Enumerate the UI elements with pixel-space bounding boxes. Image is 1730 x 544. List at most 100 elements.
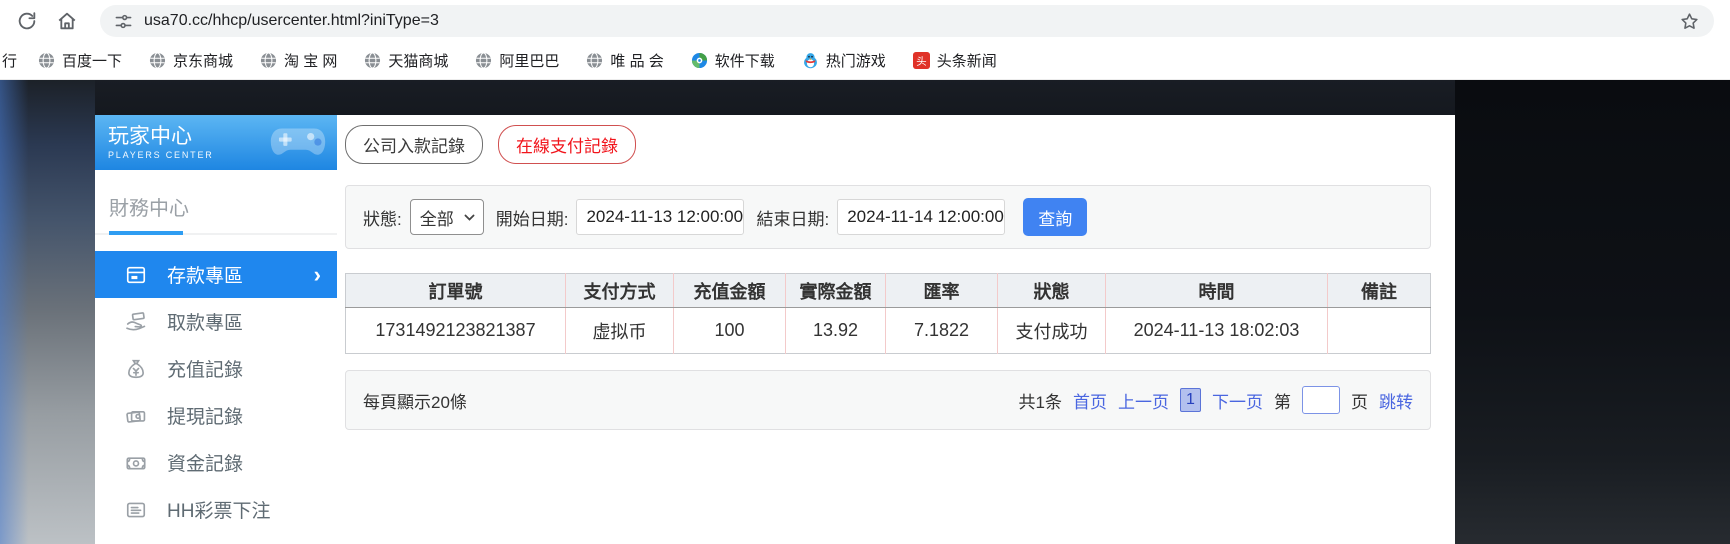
sidebar-item-recharge-records[interactable]: 充值記錄 — [95, 345, 337, 392]
end-date-input[interactable] — [837, 199, 1006, 235]
bookmark-label: 天猫商城 — [388, 53, 449, 70]
first-page-link[interactable]: 首页 — [1073, 388, 1107, 413]
bookmark-taobao[interactable]: 淘 宝 网 — [260, 50, 337, 71]
bookmark-baidu[interactable]: 百度一下 — [38, 50, 122, 71]
sidebar-item-hh-lottery-bets[interactable]: HH彩票下注 — [95, 486, 337, 533]
sidebar-item-label: 提現記錄 — [167, 407, 244, 428]
bookmark-tmall[interactable]: 天猫商城 — [364, 50, 448, 71]
reload-icon[interactable] — [16, 10, 38, 32]
start-date-label: 開始日期: — [495, 209, 569, 229]
table-cell: 2024-11-13 18:02:03 — [1105, 307, 1328, 354]
bookmark-label: 热门游戏 — [825, 53, 886, 70]
globe-icon — [586, 52, 603, 69]
sidebar-item-label: 取款專區 — [167, 313, 244, 334]
site-settings-icon[interactable] — [114, 12, 133, 31]
sidebar-item-fund-records[interactable]: 資金記錄 — [95, 439, 337, 486]
bookmark-toutiao-news[interactable]: 头头条新闻 — [912, 50, 997, 71]
start-date-input[interactable] — [576, 199, 745, 235]
sidebar-item-withdrawal-records[interactable]: 提現記錄 — [95, 392, 337, 439]
bookmark-label: 阿里巴巴 — [499, 53, 560, 70]
table-header-cell: 備註 — [1327, 273, 1431, 308]
globe-icon — [260, 52, 277, 69]
sidebar-item-label: 充值記錄 — [167, 360, 244, 381]
table-cell: 100 — [673, 307, 786, 354]
cards-icon — [125, 405, 147, 427]
sidebar: 玩家中心 PLAYERS CENTER 財務中心 存款專區 › 取款專區充值記錄提現… — [95, 115, 337, 544]
hand-money-icon — [125, 311, 147, 333]
page-background: 玩家中心 PLAYERS CENTER 財務中心 存款專區 › 取款專區充值記錄提現… — [0, 80, 1730, 544]
status-label: 狀態: — [363, 209, 402, 229]
table-row: 1731492123821387 虚拟币 100 13.92 7.1822 支付成功 202… — [345, 307, 1431, 354]
table-cell: 虚拟币 — [565, 307, 674, 354]
globe-icon — [149, 52, 166, 69]
sidebar-item-deposit-zone[interactable]: 存款專區 › — [95, 251, 337, 298]
table-cell: 13.92 — [785, 307, 886, 354]
home-icon[interactable] — [56, 10, 78, 32]
sidebar-item-label: 資金記錄 — [167, 454, 244, 475]
bookmark-label: 唯 品 会 — [610, 53, 664, 70]
bookmark-label: 行 — [2, 53, 18, 70]
prev-page-link[interactable]: 上一页 — [1118, 388, 1169, 413]
bookmark-label: 淘 宝 网 — [284, 53, 338, 70]
pagination-bar: 每頁顯示20條 共1条 首页 上一页 1 下一页 第 页 跳转 — [345, 370, 1431, 430]
url-text: usa70.cc/hhcp/usercenter.html?iniType=3 — [144, 12, 439, 29]
bookmarks-bar: 行 百度一下 京东商城 淘 宝 网 天猫商城 阿里巴巴 唯 品 会 软件下载 热门游戏 头头条新闻 — [0, 42, 1730, 80]
globe-icon — [364, 52, 381, 69]
sidebar-header: 玩家中心 PLAYERS CENTER — [95, 115, 337, 170]
tab-company-deposit-records[interactable]: 公司入款記錄 — [345, 125, 483, 164]
deposit-machine-icon — [125, 264, 147, 286]
total-count-text: 共1条 — [1018, 392, 1062, 412]
payment-records-table: 訂單號 支付方式 充值金額 實際金額 匯率 狀態 時間 備註 1731492123821387… — [345, 273, 1431, 354]
table-header-cell: 狀態 — [997, 273, 1106, 308]
bookmark-alibaba[interactable]: 阿里巴巴 — [475, 50, 559, 71]
table-header-cell: 訂單號 — [345, 273, 566, 308]
table-cell — [1327, 307, 1431, 354]
bookmark-vip[interactable]: 唯 品 会 — [586, 50, 664, 71]
jump-page-input[interactable] — [1302, 386, 1340, 414]
current-page-indicator[interactable]: 1 — [1180, 388, 1201, 412]
end-date-label: 結束日期: — [756, 209, 830, 229]
table-header-cell: 時間 — [1105, 273, 1328, 308]
status-selected-value: 全部 — [419, 209, 454, 229]
page-size-text: 每頁顯示20條 — [363, 392, 467, 412]
globe-icon — [475, 52, 492, 69]
svg-text:头: 头 — [916, 56, 926, 68]
chevron-right-icon: › — [313, 261, 321, 287]
sidebar-header-text: 玩家中心 PLAYERS CENTER — [108, 125, 214, 159]
money-bag-icon — [125, 358, 147, 380]
address-bar[interactable]: usa70.cc/hhcp/usercenter.html?iniType=3 — [100, 5, 1714, 37]
next-page-link[interactable]: 下一页 — [1212, 388, 1263, 413]
user-center-card: 玩家中心 PLAYERS CENTER 財務中心 存款專區 › 取款專區充值記錄提現… — [95, 115, 1455, 544]
screen: usa70.cc/hhcp/usercenter.html?iniType=3 … — [0, 0, 1730, 544]
jump-label-prefix: 第 — [1274, 392, 1291, 412]
toutiao-icon: 头 — [912, 52, 930, 69]
bookmark-label: 京东商城 — [173, 53, 234, 70]
bookmark-hot-games[interactable]: 热门游戏 — [802, 50, 886, 71]
sidebar-item-label: 存款專區 — [167, 266, 244, 287]
tab-online-payment-records[interactable]: 在線支付記錄 — [498, 125, 636, 164]
bookmark-software-download[interactable]: 软件下载 — [691, 50, 775, 71]
sidebar-item-withdraw-zone[interactable]: 取款專區 — [95, 298, 337, 345]
finance-center-section-title: 財務中心 — [95, 170, 337, 235]
bookmark-label: 软件下载 — [714, 53, 775, 70]
record-tabs: 公司入款記錄 在線支付記錄 — [345, 125, 1431, 164]
list-form-icon — [125, 499, 147, 521]
penguin-icon — [802, 52, 819, 69]
status-select[interactable]: 全部 — [409, 199, 484, 235]
bookmark-label: 头条新闻 — [936, 53, 997, 70]
bookmark-jd[interactable]: 京东商城 — [149, 50, 233, 71]
chevron-down-icon — [463, 211, 476, 224]
browser-toolbar: usa70.cc/hhcp/usercenter.html?iniType=3 — [0, 0, 1730, 42]
bookmark-label: 百度一下 — [62, 53, 123, 70]
main-content: 公司入款記錄在線支付記錄 狀態: 全部 開始日期: 結束日期: 查詢 — [337, 115, 1456, 544]
filter-bar: 狀態: 全部 開始日期: 結束日期: 查詢 — [345, 185, 1431, 249]
search-button[interactable]: 查詢 — [1023, 198, 1088, 236]
bookmark-partial-left[interactable]: 行 — [2, 50, 17, 71]
pagination-controls: 共1条 首页 上一页 1 下一页 第 页 跳转 — [1019, 386, 1413, 414]
table-header-cell: 匯率 — [885, 273, 998, 308]
table-cell: 支付成功 — [997, 307, 1106, 354]
table-header-cell: 充值金額 — [673, 273, 786, 308]
bookmark-star-icon[interactable] — [1679, 11, 1700, 32]
sidebar-menu: 存款專區 › 取款專區充值記錄提現記錄資金記錄 HH彩票下注 — [95, 251, 337, 533]
jump-button[interactable]: 跳转 — [1379, 388, 1413, 413]
